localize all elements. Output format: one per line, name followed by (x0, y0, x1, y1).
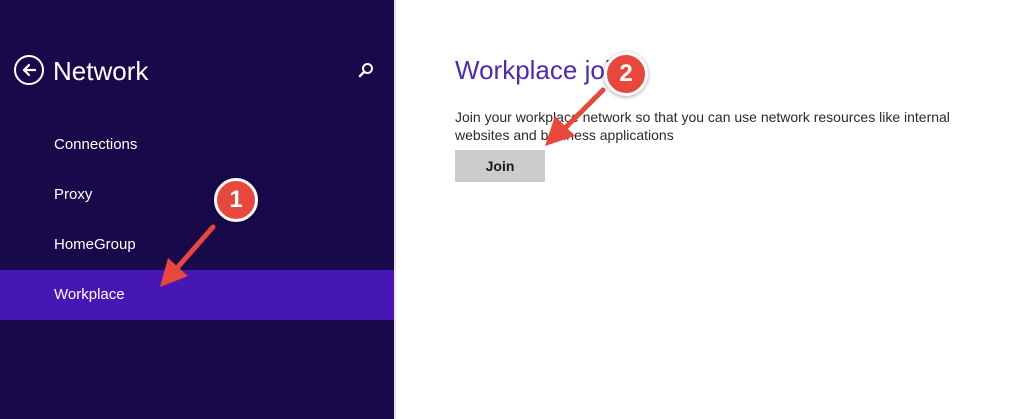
sidebar-item-connections[interactable]: Connections (0, 120, 394, 170)
section-description: Join your workplace network so that you … (455, 109, 950, 143)
section-title: Workplace join (455, 55, 626, 85)
sidebar-item-proxy[interactable]: Proxy (0, 170, 394, 220)
sidebar-item-homegroup[interactable]: HomeGroup (0, 220, 394, 270)
search-icon (358, 63, 373, 78)
back-arrow-icon (22, 63, 37, 77)
sidebar: Network Connections Proxy HomeGroup Work… (0, 0, 394, 419)
settings-window: Network Connections Proxy HomeGroup Work… (0, 0, 1014, 419)
sidebar-item-label: Connections (54, 136, 138, 153)
search-button[interactable] (356, 60, 376, 80)
back-button[interactable] (14, 55, 44, 85)
sidebar-item-label: Proxy (54, 186, 93, 203)
join-button[interactable]: Join (455, 150, 545, 182)
divider (394, 0, 396, 419)
sidebar-item-workplace[interactable]: Workplace (0, 270, 394, 320)
sidebar-item-label: HomeGroup (54, 236, 136, 253)
sidebar-item-label: Workplace (54, 286, 125, 303)
page-title: Network (53, 56, 149, 86)
